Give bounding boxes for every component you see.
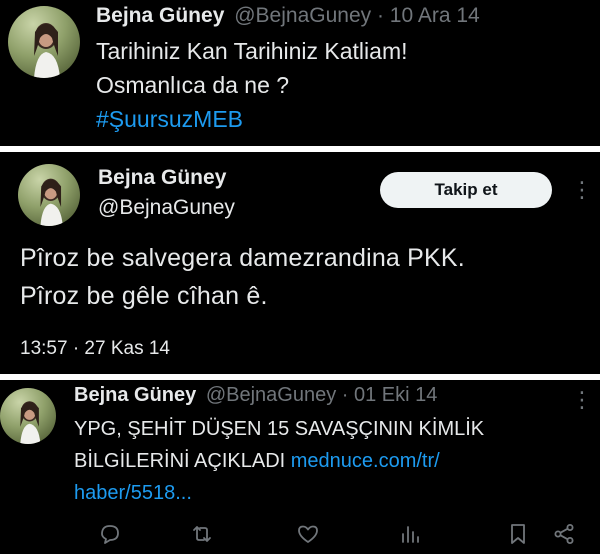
more-options-icon[interactable]: ⋮ — [571, 389, 593, 411]
tweet-card-2: Bejna Güney @BejnaGuney Takip et ⋮ Pîroz… — [0, 152, 600, 374]
article-link[interactable]: mednuce.com/tr/ — [291, 450, 440, 472]
article-link-continued[interactable]: haber/5518... — [74, 482, 192, 505]
tweet-line-2: Pîroz be gêle cîhan ê. — [20, 282, 268, 310]
avatar[interactable] — [0, 388, 56, 444]
avatar[interactable] — [18, 164, 80, 226]
hashtag-link[interactable]: #ŞuursuzMEB — [96, 106, 243, 133]
avatar-photo — [34, 23, 60, 78]
display-name[interactable]: Bejna Güney @BejnaGuney · 10 Ara 14 — [96, 4, 480, 28]
share-icon[interactable] — [552, 522, 576, 546]
handle-and-date: @BejnaGuney · 01 Eki 14 — [205, 384, 438, 406]
follow-button[interactable]: Takip et — [380, 172, 552, 208]
display-name[interactable]: Bejna Güney — [98, 166, 226, 190]
avatar[interactable] — [8, 6, 80, 78]
tweet-line-2: Osmanlıca da ne ? — [96, 72, 290, 98]
bookmark-icon[interactable] — [506, 522, 530, 546]
avatar-photo — [20, 401, 41, 444]
reply-icon[interactable] — [98, 522, 122, 546]
timestamp[interactable]: 13:57 · 27 Kas 14 — [20, 338, 170, 360]
avatar-photo — [40, 178, 63, 226]
tweet-line-1: Tarihiniz Kan Tarihiniz Katliam! — [96, 38, 408, 64]
display-name-text[interactable]: Bejna Güney — [74, 384, 196, 406]
tweet-card-1: Bejna Güney @BejnaGuney · 10 Ara 14 Tari… — [0, 0, 600, 146]
like-icon[interactable] — [296, 522, 320, 546]
tweet-actions — [0, 514, 600, 554]
retweet-icon[interactable] — [190, 522, 214, 546]
tweet-line-1: YPG, ŞEHİT DÜŞEN 15 SAVAŞÇININ KİMLİK — [74, 418, 485, 440]
handle[interactable]: @BejnaGuney — [98, 196, 235, 220]
tweet-card-3: Bejna Güney @BejnaGuney · 01 Eki 14 ⋮ YP… — [0, 380, 600, 554]
tweet-line-2: BİLGİLERİNİ AÇIKLADI mednuce.com/tr/ — [74, 450, 440, 473]
display-name-text[interactable]: Bejna Güney — [96, 4, 224, 27]
tweet-line-1: Pîroz be salvegera damezrandina PKK. — [20, 244, 465, 272]
handle-and-date: @BejnaGuney · 10 Ara 14 — [234, 4, 480, 27]
more-options-icon[interactable]: ⋮ — [571, 179, 593, 201]
tweet-line-2-text: BİLGİLERİNİ AÇIKLADI — [74, 450, 291, 472]
views-icon[interactable] — [398, 522, 422, 546]
display-name[interactable]: Bejna Güney @BejnaGuney · 01 Eki 14 — [74, 384, 437, 407]
